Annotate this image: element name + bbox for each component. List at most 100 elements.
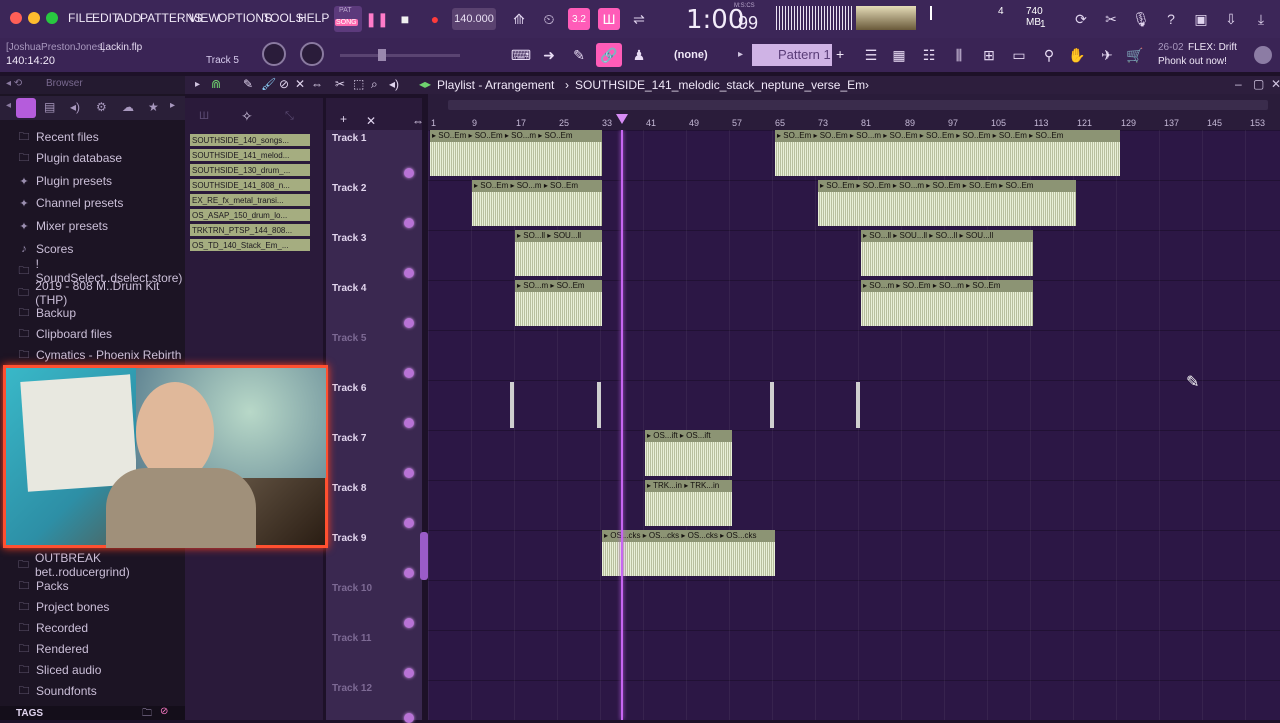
track-name[interactable]: Track 5 [332, 333, 366, 344]
track-name[interactable]: Track 7 [332, 433, 366, 444]
browser-item-packs[interactable]: 🗀 Packs [18, 577, 69, 595]
audio-clip[interactable]: ▸ SO...m ▸ SO..Em [515, 280, 602, 326]
track-name[interactable]: Track 9 [332, 533, 366, 544]
mixer-icon[interactable]: ⫼ [946, 43, 972, 67]
channel-item[interactable]: EX_RE_fx_metal_transi... [190, 194, 310, 206]
delete-icon[interactable]: ⊘ [279, 77, 289, 91]
browser-item-recorded[interactable]: 🗀 Recorded [18, 619, 89, 637]
close-playlist-icon[interactable]: ✕ [1271, 77, 1280, 91]
pat-song-toggle[interactable]: PAT SONG [334, 6, 362, 32]
browser-item-backup[interactable]: 🗀 Backup [18, 304, 77, 322]
track-mute-led[interactable] [404, 418, 414, 428]
master-slider-handle[interactable] [378, 49, 386, 61]
minimize-playlist-icon[interactable]: – [1235, 77, 1242, 91]
audio-clip[interactable]: ▸ SO..Em ▸ SO..Em ▸ SO...m ▸ SO..Em ▸ SO… [775, 130, 1120, 176]
audio-clip[interactable]: ▸ OS...cks ▸ OS...cks ▸ OS...cks ▸ OS...… [602, 530, 775, 576]
audio-clip[interactable]: ▸ SO...ll ▸ SOU...ll ▸ SO...ll ▸ SOU...l… [861, 230, 1033, 276]
cut-icon[interactable]: ✂ [1100, 8, 1122, 30]
pattern-none-select[interactable]: (none) [660, 46, 730, 64]
channel-item[interactable]: SOUTHSIDE_141_melod... [190, 149, 310, 161]
audio-clip[interactable]: ▸ SO..Em ▸ SO..Em ▸ SO...m ▸ SO..Em ▸ SO… [818, 180, 1076, 226]
browser-left-arrow-icon[interactable]: ◂ [6, 100, 11, 111]
browser-item-cymatics[interactable]: 🗀 Cymatics - Phoenix Rebirth [18, 346, 182, 364]
vertical-scrollbar[interactable] [420, 532, 428, 580]
master-pitch-knob[interactable] [300, 42, 324, 66]
playlist-grid[interactable]: ▸ SO..Em ▸ SO..Em ▸ SO...m ▸ SO..Em ▸ SO… [428, 130, 1280, 720]
slice-icon[interactable]: ✂ [335, 77, 345, 91]
play-arrow-icon[interactable]: ◂▸ [419, 77, 431, 91]
browser-item-soundfonts[interactable]: 🗀 Soundfonts [18, 682, 97, 700]
track-mute-led[interactable] [404, 168, 414, 178]
browser-item-soundselect[interactable]: 🗀! SoundSelect..dselect.store) [18, 257, 185, 285]
audio-clip[interactable]: ▸ TRK...in ▸ TRK...in [645, 480, 732, 526]
channel-item[interactable]: SOUTHSIDE_130_drum_... [190, 164, 310, 176]
track-name[interactable]: Track 6 [332, 383, 366, 394]
news-title[interactable]: FLEX: Drift [1188, 42, 1237, 53]
browser-item-808-drum-kit[interactable]: 🗀 2019 - 808 M..Drum Kit (THP) [18, 279, 185, 307]
browser-item-plugin-database[interactable]: 🗀 Plugin database [18, 149, 123, 167]
arrow-right-icon[interactable]: ➜ [536, 43, 562, 67]
menu-help[interactable]: HELP [298, 11, 329, 25]
record-button[interactable]: ● [424, 8, 446, 30]
track-mute-led[interactable] [404, 668, 414, 678]
browser-item-plugin-presets[interactable]: ✦ Plugin presets [18, 172, 112, 190]
browser-plugin-icon[interactable]: ⚙ [96, 100, 107, 114]
select-icon[interactable]: ⬚ [353, 77, 364, 91]
browser-item-mixer-presets[interactable]: ✦ Mixer presets [18, 217, 108, 235]
track-mute-led[interactable] [404, 468, 414, 478]
tags-folder-icon[interactable]: 🗀 [142, 706, 152, 723]
channel-item[interactable]: OS_TD_140_Stack_Em_... [190, 239, 310, 251]
channel-item[interactable]: TRKTRN_PTSP_144_808... [190, 224, 310, 236]
automation-clip[interactable] [510, 382, 514, 428]
browser-item-clipboard-files[interactable]: 🗀 Clipboard files [18, 325, 113, 343]
browser-cloud-icon[interactable]: ☁ [122, 100, 134, 114]
pause-button[interactable]: ❚❚ [365, 8, 388, 30]
loop-record-icon[interactable]: Ш [598, 8, 620, 30]
wait-icon[interactable]: ⏲ [538, 8, 560, 30]
cart-icon[interactable]: 🛒 [1122, 43, 1148, 67]
browser-item-sliced-audio[interactable]: 🗀 Sliced audio [18, 661, 102, 679]
browser-item-rendered[interactable]: 🗀 Rendered [18, 640, 89, 658]
add-pattern-icon[interactable]: + [836, 46, 844, 62]
automation-clip[interactable] [856, 382, 860, 428]
blend-icon[interactable]: ⇌ [628, 8, 650, 30]
maximize-window-button[interactable] [46, 12, 58, 24]
pencil-tool-icon[interactable]: ✎ [566, 43, 592, 67]
metronome-icon[interactable]: ⟰ [508, 8, 530, 30]
remove-track-icon[interactable]: ✕ [366, 114, 376, 128]
track-name[interactable]: Track 4 [332, 283, 366, 294]
menu-add[interactable]: ADD [116, 11, 141, 25]
browser-item-channel-presets[interactable]: ✦ Channel presets [18, 194, 123, 212]
automation-clip[interactable] [597, 382, 601, 428]
file-icon[interactable]: ▭ [1006, 43, 1032, 67]
master-volume-knob[interactable] [262, 42, 286, 66]
track-name[interactable]: Track 11 [332, 633, 371, 644]
pencil-icon[interactable]: ✎ [243, 77, 253, 91]
playback-icon[interactable]: ◂) [389, 77, 399, 91]
link-icon[interactable]: 🔗 [596, 43, 622, 67]
routing-icon[interactable]: ⊞ [976, 43, 1002, 67]
track-mute-led[interactable] [404, 268, 414, 278]
microphone-icon[interactable]: 🎙 [1130, 8, 1152, 30]
help-icon[interactable]: ? [1160, 8, 1182, 30]
channel-item[interactable]: SOUTHSIDE_141_808_n... [190, 179, 310, 191]
browser-all-icon[interactable] [16, 98, 36, 118]
browser-speaker-icon[interactable]: ◂) [70, 100, 80, 114]
track-name[interactable]: Track 3 [332, 233, 366, 244]
track-name[interactable]: Track 10 [332, 583, 372, 594]
maximize-playlist-icon[interactable]: ▢ [1253, 77, 1264, 91]
pattern-nav-arrow-icon[interactable]: ▸ [738, 49, 743, 60]
feedback-icon[interactable]: ✈ [1094, 43, 1120, 67]
magnet-icon[interactable]: ⋒ [211, 77, 221, 91]
browser-item-scores[interactable]: ♪ Scores [18, 240, 73, 258]
browser-item-outbreak[interactable]: 🗀 OUTBREAK bet..roducergrind) [18, 551, 185, 579]
audio-clip[interactable]: ▸ SO...ll ▸ SOU...ll [515, 230, 602, 276]
track-mute-led[interactable] [404, 218, 414, 228]
channel-item[interactable]: OS_ASAP_150_drum_lo... [190, 209, 310, 221]
track-name[interactable]: Track 8 [332, 483, 366, 494]
snap-button[interactable]: 3.2 [568, 8, 590, 30]
overview-bar[interactable] [448, 100, 1268, 110]
track-name[interactable]: Track 1 [332, 133, 366, 144]
brush-icon[interactable]: 🖌 [261, 77, 276, 91]
stamp-icon[interactable]: ♟ [626, 43, 652, 67]
